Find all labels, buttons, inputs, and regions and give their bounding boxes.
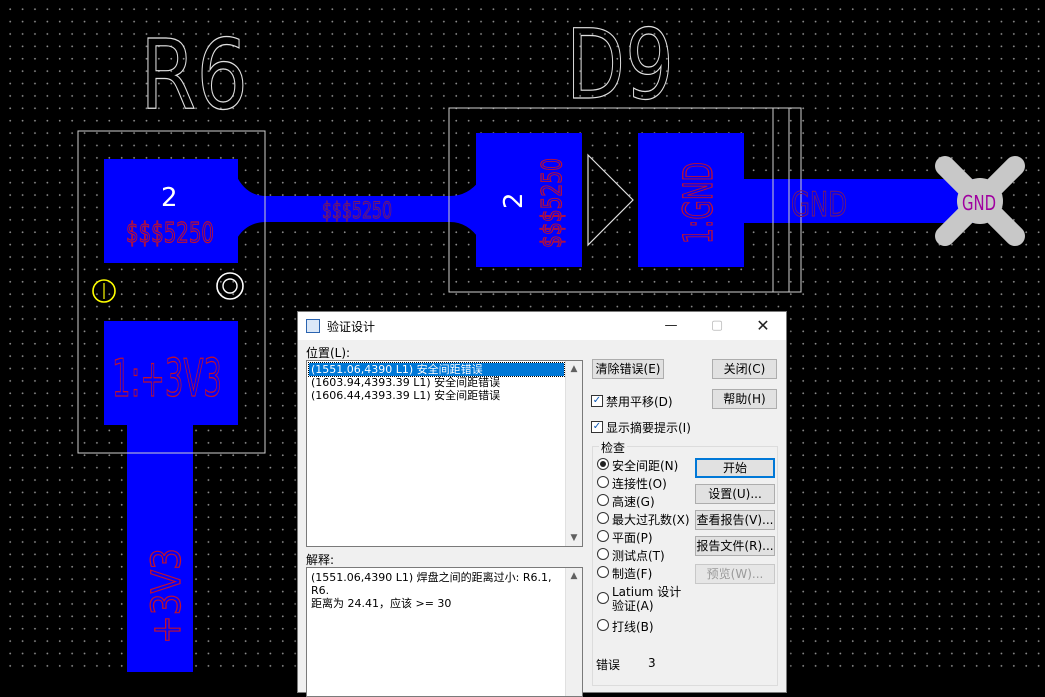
dialog-titlebar[interactable]: 验证设计 — ▢ ✕	[298, 312, 786, 340]
gnd-trace[interactable]	[740, 179, 980, 223]
settings-button[interactable]: 设置(U)...	[695, 484, 775, 504]
radio-fabrication-label[interactable]: 制造(F)	[612, 565, 652, 582]
radio-plane-label[interactable]: 平面(P)	[612, 529, 653, 546]
r6-pad2-net: $$$5250	[126, 216, 214, 249]
disable-pan-checkbox[interactable]: ✓	[591, 395, 603, 407]
dialog-title: 验证设计	[327, 320, 376, 334]
r6-pad1-label: 1:+3V3	[112, 349, 222, 409]
r6-designator: R6	[140, 19, 248, 131]
error-list-item[interactable]: (1551.06,4390 L1) 安全间距错误	[308, 362, 565, 377]
error-list-scrollbar[interactable]: ▲ ▼	[565, 361, 582, 546]
explanation-scrollbar[interactable]: ▲	[565, 568, 582, 696]
show-summary-label[interactable]: 显示摘要提示(I)	[606, 419, 691, 436]
radio-wire-bond-label[interactable]: 打线(B)	[612, 618, 654, 635]
scroll-up-icon[interactable]: ▲	[566, 568, 582, 584]
d9-designator: D9	[566, 9, 674, 121]
error-count-value: 3	[648, 656, 656, 670]
radio-wire-bond[interactable]	[597, 619, 609, 631]
start-button[interactable]: 开始	[695, 458, 775, 478]
gnd-marker-label: GND	[962, 191, 996, 215]
error-list[interactable]: (1551.06,4390 L1) 安全间距错误 (1603.94,4393.3…	[306, 360, 583, 547]
vertical-trace-label: +3V3	[144, 548, 190, 644]
d9-pad2-number: 2	[499, 192, 529, 209]
disable-pan-label[interactable]: 禁用平移(D)	[606, 393, 673, 410]
maximize-icon: ▢	[710, 318, 724, 333]
error-list-item[interactable]: (1603.94,4393.39 L1) 安全间距错误	[309, 376, 564, 389]
radio-high-speed-label[interactable]: 高速(G)	[612, 493, 655, 510]
gnd-trace-label: GND	[791, 185, 847, 225]
preview-button: 预览(W)...	[695, 564, 775, 584]
radio-connectivity[interactable]	[597, 476, 609, 488]
clearance-error-marker-2[interactable]	[216, 272, 244, 300]
error-list-item[interactable]: (1606.44,4393.39 L1) 安全间距错误	[309, 389, 564, 402]
explanation-text: (1551.06,4390 L1) 焊盘之间的距离过小: R6.1, R6. 距…	[311, 571, 552, 610]
radio-fabrication[interactable]	[597, 566, 609, 578]
minimize-icon[interactable]: —	[648, 312, 694, 340]
radio-test-point[interactable]	[597, 548, 609, 560]
radio-clearance[interactable]	[597, 458, 609, 470]
app-icon	[306, 319, 320, 333]
radio-latium-label[interactable]: Latium 设计验证(A)	[612, 585, 690, 613]
d9-diode-symbol	[587, 153, 634, 247]
r6-trace-neck	[236, 175, 266, 240]
radio-test-point-label[interactable]: 测试点(T)	[612, 547, 665, 564]
explanation-box[interactable]: (1551.06,4390 L1) 焊盘之间的距离过小: R6.1, R6. 距…	[306, 567, 583, 697]
verify-design-dialog: 验证设计 — ▢ ✕ 位置(L): (1551.06,4390 L1) 安全间距…	[297, 311, 787, 697]
location-label: 位置(L):	[306, 346, 351, 360]
r6-pad2-number: 2	[161, 183, 178, 213]
scroll-down-icon[interactable]: ▼	[566, 530, 582, 546]
report-file-button[interactable]: 报告文件(R)...	[695, 536, 775, 556]
radio-max-vias[interactable]	[597, 512, 609, 524]
radio-high-speed[interactable]	[597, 494, 609, 506]
radio-latium[interactable]	[597, 592, 609, 604]
view-report-button[interactable]: 查看报告(V)...	[695, 510, 775, 530]
radio-max-vias-label[interactable]: 最大过孔数(X)	[612, 511, 690, 528]
d9-trace-neck	[450, 180, 480, 240]
check-group-label: 检查	[599, 439, 628, 456]
radio-clearance-label[interactable]: 安全间距(N)	[612, 457, 678, 474]
clear-errors-button[interactable]: 清除错误(E)	[592, 359, 664, 379]
scroll-up-icon[interactable]: ▲	[566, 361, 582, 377]
clearance-error-marker[interactable]	[92, 279, 116, 303]
d9-pad1-label: 1:GND	[676, 162, 722, 244]
help-button[interactable]: 帮助(H)	[712, 389, 777, 409]
explanation-label: 解释:	[306, 553, 335, 567]
trace-net-label: $$$5250	[322, 199, 392, 224]
d9-pad2-net: $$$5250	[535, 158, 568, 248]
close-icon[interactable]: ✕	[740, 312, 786, 340]
radio-plane[interactable]	[597, 530, 609, 542]
close-button[interactable]: 关闭(C)	[712, 359, 777, 379]
radio-connectivity-label[interactable]: 连接性(O)	[612, 475, 667, 492]
error-count-label: 错误	[596, 658, 621, 672]
show-summary-checkbox[interactable]: ✓	[591, 421, 603, 433]
